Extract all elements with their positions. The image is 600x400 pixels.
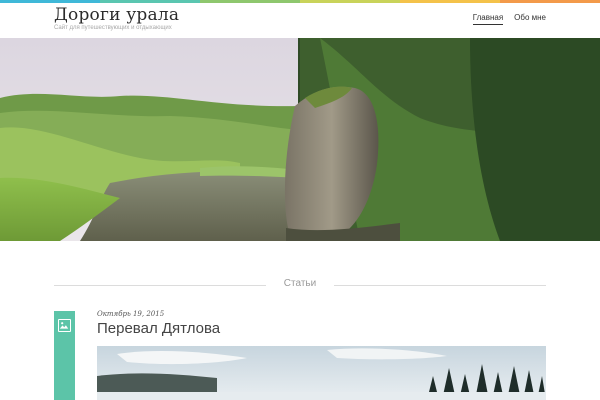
post-date: Октябрь 19, 2015 <box>97 310 165 318</box>
section-heading: Статьи <box>54 278 546 292</box>
site-title[interactable]: Дороги урала <box>54 5 179 25</box>
post-format-marker <box>54 311 75 400</box>
site-header: Дороги урала Сайт для путешествующих и о… <box>0 3 600 37</box>
image-icon <box>58 319 71 332</box>
hero-image <box>0 38 600 241</box>
nav-item-about[interactable]: Обо мне <box>514 13 546 25</box>
post-thumbnail[interactable] <box>97 346 546 400</box>
nav-item-home[interactable]: Главная <box>472 13 504 25</box>
main-nav: Главная Обо мне <box>472 13 546 25</box>
site-description: Сайт для путешествующих и отдыхающих <box>54 25 172 31</box>
post-title[interactable]: Перевал Дятлова <box>97 320 220 337</box>
section-title: Статьи <box>283 278 317 289</box>
